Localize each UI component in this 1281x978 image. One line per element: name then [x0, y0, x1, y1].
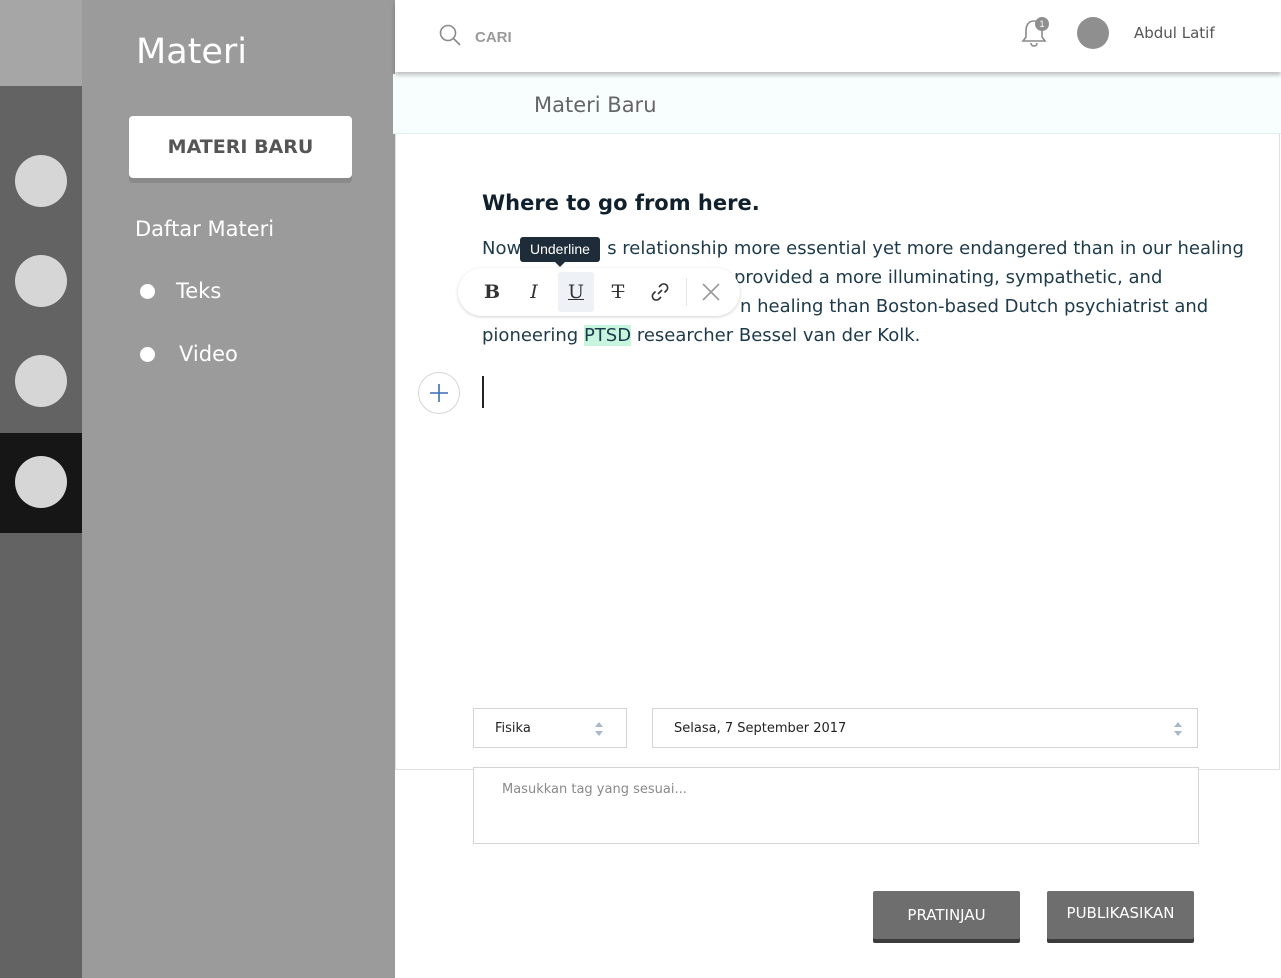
italic-icon[interactable]: I [516, 272, 552, 312]
select-arrows-icon [595, 722, 603, 736]
formatting-toolbar: B I U T [458, 268, 740, 316]
sidebar-title: Materi [136, 32, 248, 72]
subject-select[interactable]: Fisika [473, 708, 627, 748]
plus-icon [430, 384, 448, 402]
link-glyph [651, 283, 669, 301]
bullet-icon [140, 346, 155, 362]
text-run: pioneering [482, 325, 584, 346]
avatar[interactable] [1077, 17, 1109, 49]
date-select[interactable]: Selasa, 7 September 2017 [652, 708, 1198, 748]
top-header: 1 Abdul Latif [395, 0, 1281, 72]
sidebar-item-label: Video [179, 342, 238, 366]
new-material-button[interactable]: MATERI BARU [129, 116, 352, 178]
toolbar-divider [686, 278, 687, 306]
rail-item-3[interactable] [0, 332, 82, 432]
text-cursor [482, 376, 484, 408]
preview-button[interactable]: PRATINJAU [873, 891, 1020, 939]
subject-value: Fisika [495, 721, 531, 736]
text-run: s relationship more essential yet more e… [607, 238, 1244, 259]
body-line: pioneering PTSD researcher Bessel van de… [482, 321, 1222, 350]
user-name[interactable]: Abdul Latif [1134, 24, 1215, 42]
text-run: Now [482, 238, 522, 259]
logo-block [0, 0, 82, 86]
page-title: Materi Baru [534, 93, 657, 117]
date-value: Selasa, 7 September 2017 [674, 721, 847, 736]
tooltip-underline: Underline [520, 237, 600, 267]
close-glyph [702, 283, 720, 301]
document-heading[interactable]: Where to go from here. [482, 191, 760, 215]
text-run: researcher Bessel van der Kolk. [631, 325, 921, 346]
material-list-heading: Daftar Materi [135, 217, 275, 241]
circle-placeholder-icon [15, 255, 67, 307]
text-run: provided a more illuminating, sympatheti… [734, 267, 1163, 288]
circle-placeholder-icon [15, 155, 67, 207]
tag-input[interactable] [473, 767, 1199, 844]
editor-card[interactable] [395, 134, 1280, 770]
icon-rail [0, 0, 82, 978]
highlighted-selection[interactable]: PTSD [583, 325, 632, 346]
close-icon[interactable] [693, 272, 729, 312]
strikethrough-icon[interactable]: T [600, 272, 636, 312]
circle-placeholder-icon [15, 355, 67, 407]
sidebar-item-teks[interactable]: Teks [140, 279, 221, 303]
rail-item-2[interactable] [0, 232, 82, 332]
sidebar-item-video[interactable]: Video [140, 342, 238, 366]
circle-placeholder-icon [15, 456, 67, 508]
page-title-bar: Materi Baru [393, 74, 1281, 134]
sidebar-item-label: Teks [176, 279, 222, 303]
select-arrows-icon [1174, 722, 1182, 736]
add-block-button[interactable] [418, 372, 460, 414]
text-run: n healing than Boston-based Dutch psychi… [740, 296, 1209, 317]
underline-icon[interactable]: U [558, 272, 594, 312]
notification-badge: 1 [1035, 17, 1049, 31]
bullet-icon [140, 283, 155, 299]
sidebar: Materi MATERI BARU Daftar Materi Teks Vi… [82, 0, 395, 978]
search-icon[interactable] [439, 24, 461, 46]
search-input[interactable] [475, 24, 775, 50]
link-icon[interactable] [642, 272, 678, 312]
rail-item-4[interactable] [0, 433, 82, 533]
publish-button[interactable]: PUBLIKASIKAN [1047, 891, 1194, 939]
rail-item-1[interactable] [0, 132, 82, 232]
bold-icon[interactable]: B [474, 272, 510, 312]
